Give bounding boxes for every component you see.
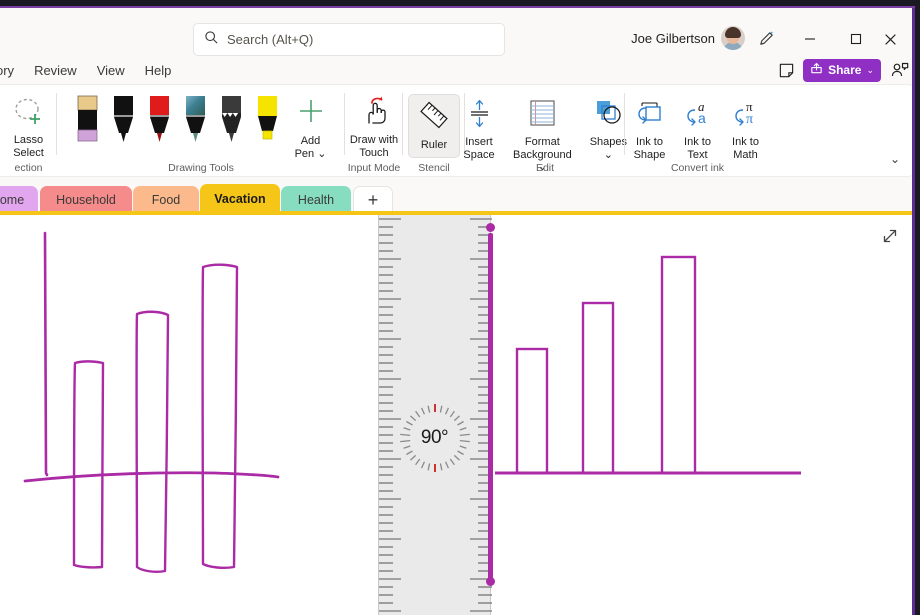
search-icon [204, 30, 219, 50]
section-tab-vacation[interactable]: Vacation [200, 184, 280, 214]
section-tab-label: ome [0, 193, 25, 207]
menu-item-history[interactable]: ory [0, 60, 24, 81]
plus-icon [294, 96, 328, 131]
sticky-note-icon[interactable] [778, 62, 795, 79]
section-tab-label: Vacation [214, 192, 266, 206]
ink-to-math-button[interactable]: π π Ink to Math [726, 96, 766, 163]
people-comment-icon[interactable] [891, 62, 909, 79]
ribbon: Lasso Select ection Add Pen ⌄ Drawing To… [0, 84, 915, 177]
shapes-icon [591, 98, 625, 133]
avatar-hair [725, 27, 741, 38]
section-tab-health[interactable]: Health [281, 186, 351, 214]
ruler-angle-label: 90° [420, 427, 449, 448]
add-pen-button[interactable]: Add Pen ⌄ [294, 90, 328, 161]
hand-touch-icon [357, 96, 391, 131]
lasso-select-button[interactable]: Lasso Select [7, 90, 51, 161]
svg-text:π: π [746, 112, 753, 127]
ribbon-group-selection: Lasso Select ection [0, 85, 57, 178]
ribbon-group-drawing-tools: Add Pen ⌄ Drawing Tools [57, 85, 345, 178]
collapse-ribbon-chevron-down-icon[interactable]: ⌄ [890, 152, 900, 166]
section-tab-label: Food [151, 193, 181, 207]
ink-to-shape-label: Ink to Shape [633, 136, 666, 161]
add-pen-label: Add Pen ⌄ [294, 135, 327, 160]
search-placeholder-text: Search (Alt+Q) [227, 32, 314, 47]
avatar[interactable] [721, 26, 745, 50]
ribbon-group-label-input-mode: Input Mode [347, 162, 401, 174]
highlighter-tool[interactable] [255, 94, 280, 152]
section-tab-label: Household [56, 193, 116, 207]
onenote-window: Search (Alt+Q) Joe Gilbertson ry Review … [0, 0, 920, 615]
ruler-icon [418, 99, 450, 136]
share-button[interactable]: Share ⌄ [803, 58, 881, 82]
share-arrow-icon [810, 62, 823, 78]
ruler-label: Ruler [420, 139, 448, 151]
menu-item-view[interactable]: View [87, 60, 135, 81]
insert-space-icon [463, 98, 495, 133]
ribbon-group-edit: Insert Space Format Background ⌄ Shapes … [463, 85, 628, 178]
section-tab-strip: ome Household Food Vacation Health + Sea… [0, 182, 915, 390]
ink-to-shape-button[interactable]: Ink to Shape [630, 96, 670, 163]
converted-bar-chart [495, 255, 801, 475]
share-label: Share [828, 63, 862, 77]
ruled-paper-icon [525, 98, 559, 133]
title-bar: Search (Alt+Q) Joe Gilbertson [0, 8, 915, 56]
pencil-tool[interactable] [219, 94, 244, 152]
search-input[interactable]: Search (Alt+Q) [193, 23, 505, 56]
draw-with-touch-label: Draw with Touch [349, 134, 399, 159]
note-canvas[interactable]: 90° with ink to shape, ink to text, and … [0, 215, 915, 615]
section-tab-household[interactable]: Household [40, 186, 132, 214]
draw-with-touch-button[interactable]: Draw with Touch [346, 90, 402, 161]
section-tab-home[interactable]: ome [0, 186, 38, 214]
insert-space-label: Insert Space [463, 136, 495, 161]
eraser-tool[interactable] [75, 94, 100, 152]
lasso-select-label: Lasso Select [13, 134, 44, 159]
plus-icon: + [367, 190, 379, 210]
handdrawn-bar-chart [23, 231, 280, 573]
menu-right-actions: Share ⌄ [778, 56, 909, 84]
section-tab-food[interactable]: Food [133, 186, 199, 214]
ink-to-text-icon: a a [682, 98, 714, 133]
pen-sparkle-icon[interactable] [753, 26, 779, 50]
shapes-label: Shapes ⌄ [589, 136, 628, 161]
lasso-select-icon [11, 96, 47, 131]
add-section-button[interactable]: + [353, 186, 393, 214]
ink-to-text-button[interactable]: a a Ink to Text [678, 96, 718, 163]
window-right-edge [915, 0, 920, 615]
ink-to-math-icon: π π [730, 98, 762, 133]
ribbon-group-input-mode: Draw with Touch Input Mode [345, 85, 403, 178]
galaxy-pen-tool[interactable] [183, 94, 208, 152]
red-pen-tool[interactable] [147, 94, 172, 152]
ink-to-shape-icon [634, 98, 666, 133]
section-tab-label: Health [297, 193, 335, 207]
share-chevron-down-icon[interactable]: ⌄ [866, 65, 874, 76]
pen-gallery [75, 90, 280, 152]
ink-to-text-label: Ink to Text [684, 136, 711, 161]
ribbon-group-label-convert-ink: Convert ink [670, 162, 725, 174]
ribbon-group-label-selection: ection [14, 162, 43, 174]
on-screen-ruler[interactable]: 90° [378, 215, 495, 615]
menu-item-review[interactable]: Review [24, 60, 87, 81]
ribbon-group-label-edit: Edit [535, 162, 555, 174]
menu-bar: ory Review View Help Share ⌄ [0, 56, 915, 84]
user-name-label: Joe Gilbertson [631, 31, 715, 46]
ruler-angle-dial[interactable]: 90° [397, 400, 473, 476]
ink-to-math-label: Ink to Math [732, 136, 759, 161]
black-pen-tool[interactable] [111, 94, 136, 152]
menu-item-help[interactable]: Help [135, 60, 182, 81]
ribbon-group-stencil: Ruler Stencil [403, 85, 465, 178]
ribbon-group-label-stencil: Stencil [418, 162, 450, 174]
ruler-button[interactable]: Ruler [408, 94, 460, 158]
ribbon-group-label-drawing-tools: Drawing Tools [168, 162, 234, 174]
svg-text:a: a [698, 110, 706, 126]
ribbon-group-convert-ink: Ink to Shape a a Ink to Text π π Ink to … [625, 85, 770, 178]
